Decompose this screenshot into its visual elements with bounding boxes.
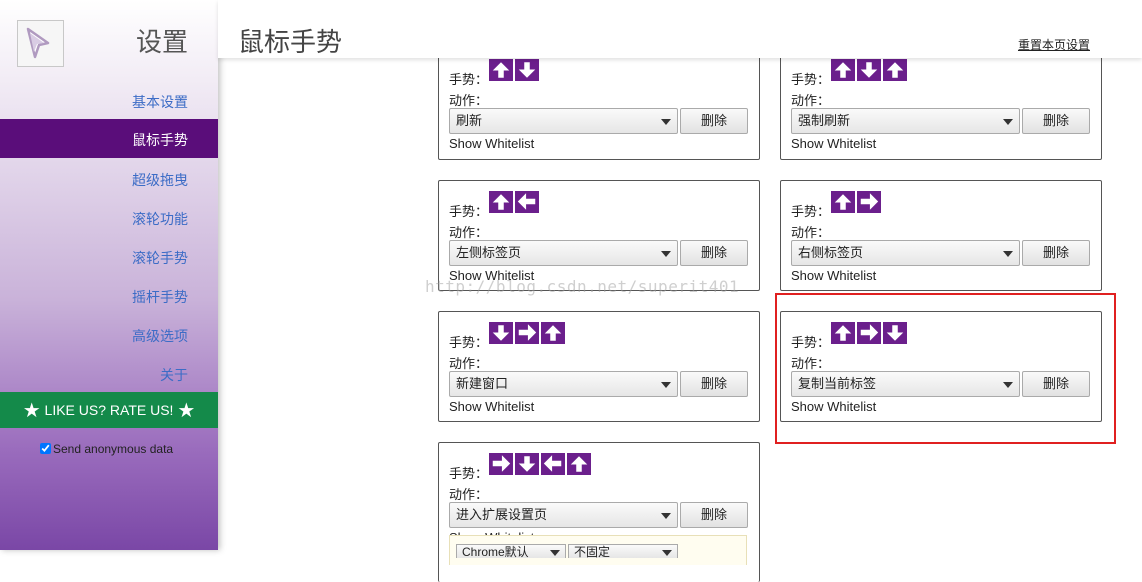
gesture-card: 手势： 动作： 左侧标签页 删除 Show Whitelist	[438, 180, 760, 291]
gesture-arrows	[489, 453, 591, 475]
gesture-card: 手势：动作：进入扩展设置页删除Show WhitelistChrome默认不固定	[438, 442, 760, 582]
delete-button[interactable]: 删除	[680, 108, 748, 134]
show-whitelist-link[interactable]: Show Whitelist	[449, 399, 534, 414]
action-select[interactable]: 刷新	[449, 108, 678, 134]
gesture-arrows	[489, 191, 539, 213]
delete-button[interactable]: 删除	[680, 371, 748, 397]
gesture-label: 手势：	[449, 466, 489, 481]
browser-default-select[interactable]: Chrome默认	[456, 544, 566, 558]
delete-button[interactable]: 删除	[680, 502, 748, 528]
chevron-down-icon	[550, 550, 560, 556]
sidebar-item-basic-settings[interactable]: 基本设置	[132, 92, 188, 112]
action-select[interactable]: 新建窗口	[449, 371, 678, 397]
chevron-down-icon	[661, 513, 671, 519]
show-whitelist-link[interactable]: Show Whitelist	[791, 136, 876, 151]
action-label: 动作：	[449, 356, 489, 371]
action-select[interactable]: 右侧标签页	[791, 240, 1020, 266]
arrow-right-icon	[857, 191, 881, 213]
app-logo-icon	[17, 20, 64, 67]
select-value: Chrome默认	[462, 545, 529, 558]
delete-button[interactable]: 删除	[680, 240, 748, 266]
page-title: 鼠标手势	[238, 28, 343, 58]
action-select-value: 刷新	[456, 113, 483, 128]
chevron-down-icon	[661, 119, 671, 125]
gesture-arrows	[831, 59, 907, 81]
action-select-value: 左侧标签页	[456, 245, 522, 260]
delete-button[interactable]: 删除	[1022, 240, 1090, 266]
gesture-card: 手势： 动作： 右侧标签页 删除 Show Whitelist	[780, 180, 1102, 291]
arrow-left-icon	[541, 453, 565, 475]
chevron-down-icon	[661, 382, 671, 388]
arrow-down-icon	[857, 59, 881, 81]
arrow-left-icon	[515, 191, 539, 213]
reset-page-settings-link[interactable]: 重置本页设置	[1018, 36, 1090, 53]
gesture-label: 手势：	[449, 72, 489, 87]
anonymous-data-checkbox[interactable]	[40, 443, 51, 454]
action-select-value: 右侧标签页	[798, 245, 864, 260]
gesture-card: 手势： 动作： 刷新 删除 Show Whitelist	[438, 48, 760, 160]
action-select[interactable]: 左侧标签页	[449, 240, 678, 266]
anonymous-data-option[interactable]: Send anonymous data	[40, 442, 173, 456]
select-value: 不固定	[574, 545, 611, 558]
extra-options-panel: Chrome默认 不固定	[449, 535, 747, 565]
sidebar-item-advanced-options[interactable]: 高级选项	[132, 326, 188, 346]
gesture-label: 手势：	[449, 204, 489, 219]
action-select[interactable]: 强制刷新	[791, 108, 1020, 134]
sidebar-title: 设置	[135, 28, 188, 58]
sidebar-item-mouse-gestures[interactable]: 鼠标手势	[0, 119, 218, 158]
show-whitelist-link[interactable]: Show Whitelist	[449, 136, 534, 151]
arrow-right-icon	[489, 453, 513, 475]
gesture-label: 手势：	[791, 204, 831, 219]
star-icon: ★	[177, 400, 196, 422]
sidebar-item-wheel-functions[interactable]: 滚轮功能	[132, 209, 188, 229]
show-whitelist-link[interactable]: Show Whitelist	[791, 268, 876, 283]
chevron-down-icon	[662, 550, 672, 556]
sidebar-item-rocker-gestures[interactable]: 摇杆手势	[132, 287, 188, 307]
arrow-up-icon	[567, 453, 591, 475]
chevron-down-icon	[661, 251, 671, 257]
gesture-arrows	[489, 322, 565, 344]
gesture-label: 手势：	[449, 335, 489, 350]
gesture-card: 手势： 动作： 新建窗口 删除 Show Whitelist	[438, 311, 760, 422]
page-header: 鼠标手势 重置本页设置	[218, 0, 1142, 58]
arrow-up-icon	[489, 191, 513, 213]
action-select-value: 强制刷新	[798, 113, 851, 128]
sidebar-item-wheel-gestures[interactable]: 滚轮手势	[132, 248, 188, 268]
gesture-label: 手势：	[791, 72, 831, 87]
pin-option-select[interactable]: 不固定	[568, 544, 678, 558]
star-icon: ★	[22, 400, 41, 422]
chevron-down-icon	[1003, 251, 1013, 257]
arrow-down-icon	[515, 453, 539, 475]
rate-us-button[interactable]: ★ LIKE US? RATE US! ★	[0, 392, 218, 428]
watermark: http://blog.csdn.net/superit401	[425, 277, 740, 296]
arrow-down-icon	[489, 322, 513, 344]
highlight-box	[775, 293, 1116, 444]
action-select-value: 新建窗口	[456, 376, 509, 391]
arrow-up-icon	[489, 59, 513, 81]
action-label: 动作：	[449, 225, 489, 240]
action-label: 动作：	[449, 487, 489, 502]
action-select-value: 进入扩展设置页	[456, 507, 548, 522]
rate-us-label: LIKE US? RATE US!	[44, 402, 174, 418]
gesture-arrows	[831, 191, 881, 213]
arrow-up-icon	[831, 191, 855, 213]
sidebar-item-about[interactable]: 关于	[160, 365, 188, 385]
action-select[interactable]: 进入扩展设置页	[449, 502, 678, 528]
sidebar: 设置 基本设置 鼠标手势 超级拖曳 滚轮功能 滚轮手势 摇杆手势 高级选项 关于…	[0, 0, 218, 550]
arrow-right-icon	[515, 322, 539, 344]
gesture-arrows	[489, 59, 539, 81]
arrow-up-icon	[831, 59, 855, 81]
chevron-down-icon	[1003, 119, 1013, 125]
delete-button[interactable]: 删除	[1022, 108, 1090, 134]
sidebar-item-label: 鼠标手势	[132, 133, 188, 149]
anonymous-data-label: Send anonymous data	[53, 442, 174, 456]
action-label: 动作：	[791, 225, 831, 240]
action-label: 动作：	[449, 93, 489, 108]
action-label: 动作：	[791, 93, 831, 108]
sidebar-item-super-drag[interactable]: 超级拖曳	[132, 170, 188, 190]
arrow-up-icon	[541, 322, 565, 344]
arrow-down-icon	[515, 59, 539, 81]
gesture-card: 手势： 动作： 强制刷新 删除 Show Whitelist	[780, 48, 1102, 160]
arrow-up-icon	[883, 59, 907, 81]
